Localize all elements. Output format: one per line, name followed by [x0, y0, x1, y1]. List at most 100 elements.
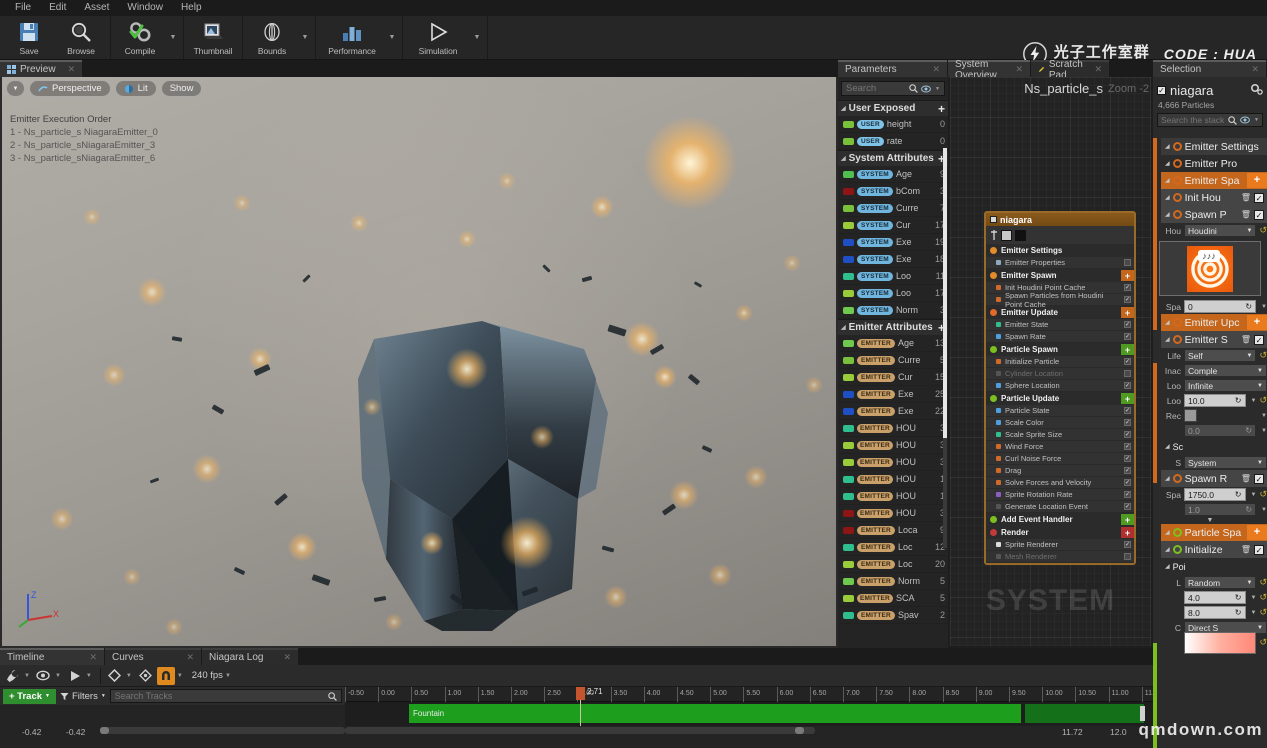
reset-to-default-icon[interactable]: ↺: [1259, 350, 1267, 361]
node-thumbnail-2[interactable]: [1015, 229, 1026, 241]
parameter-row[interactable]: EMITTER Age 13: [838, 335, 948, 352]
stack-search[interactable]: ▼: [1157, 113, 1263, 127]
reset-to-default-icon[interactable]: ↺: [1259, 395, 1267, 406]
params-eye-caret[interactable]: ▼: [935, 86, 940, 92]
node-module-row[interactable]: Drag ✓: [986, 465, 1134, 477]
timeline-ruler[interactable]: -0.50 0.00 0.50 1.00 1.50 2.00 2.50 3.00 3.50 4.0…: [345, 687, 1154, 702]
parameters-list[interactable]: ◢ User Exposed + USER height 0 USER rate 0 ◢ Syste…: [838, 100, 948, 624]
reset-to-default-icon[interactable]: ↺: [1259, 225, 1267, 236]
menu-asset[interactable]: Asset: [75, 0, 118, 16]
node-module-row[interactable]: Emitter State ✓: [986, 319, 1134, 331]
show-button[interactable]: Show: [160, 80, 203, 97]
timeline-range-slider[interactable]: [100, 725, 345, 736]
play-dropdown-caret[interactable]: ▼: [86, 673, 92, 679]
expander-icon[interactable]: ◢: [1165, 443, 1170, 450]
performance-dropdown-caret[interactable]: ▼: [385, 16, 399, 60]
node-group-add-button[interactable]: +: [1121, 307, 1134, 318]
parameters-scrollbar[interactable]: [943, 148, 947, 548]
parameter-row[interactable]: EMITTERHOU1: [838, 471, 948, 488]
delete-module-icon[interactable]: 🗑: [1241, 335, 1251, 344]
play-icon[interactable]: [66, 667, 84, 685]
track-clip-secondary[interactable]: [1025, 704, 1144, 723]
bounds-button[interactable]: Bounds: [246, 16, 298, 60]
stack-module-emitter-state[interactable]: ◢ Emitter S 🗑 ✓: [1161, 331, 1267, 348]
keyframe-dropdown-caret[interactable]: ▼: [126, 673, 132, 679]
property-row[interactable]: Life Self ▼ ↺: [1153, 348, 1267, 363]
menu-help[interactable]: Help: [172, 0, 211, 16]
expander-icon[interactable]: ◢: [1165, 211, 1170, 218]
node-group-header[interactable]: Emitter Settings: [986, 244, 1134, 257]
module-enable-checkbox[interactable]: ✓: [1124, 479, 1131, 486]
property-row[interactable]: Hou Houdini ▼ ↺: [1153, 223, 1267, 238]
menu-file[interactable]: File: [6, 0, 40, 16]
parameter-row[interactable]: EMITTER Norm 5: [838, 573, 948, 590]
property-caret[interactable]: ▼: [1261, 428, 1267, 434]
houdini-cache-thumbnail[interactable]: ♪♪♪: [1159, 241, 1261, 296]
parameter-row[interactable]: EMITTER Exe 22: [838, 403, 948, 420]
property-row[interactable]: 0.0 ↻ ▼: [1153, 423, 1267, 438]
module-enable-checkbox[interactable]: ✓: [1124, 321, 1131, 328]
reset-to-default-icon[interactable]: ↺: [1259, 637, 1267, 648]
parameter-row[interactable]: EMITTERHOU3: [838, 454, 948, 471]
expander-icon[interactable]: ◢: [1165, 143, 1170, 150]
node-group-header[interactable]: Particle Spawn +: [986, 343, 1134, 356]
stack-add-module-button[interactable]: +: [1247, 173, 1267, 188]
stack-subsection-point[interactable]: ◢ Poi: [1161, 558, 1267, 575]
stack-group-particle-spawn[interactable]: ◢ Particle Spa +: [1161, 524, 1267, 541]
property-field[interactable]: 1.0 ↻: [1184, 503, 1257, 516]
stack-add-module-button[interactable]: +: [1247, 315, 1267, 330]
node-module-row[interactable]: Mesh Renderer: [986, 551, 1134, 563]
expand-more-icon[interactable]: ▼: [1153, 517, 1267, 524]
parameter-row[interactable]: EMITTERLoca9: [838, 522, 948, 539]
expander-icon[interactable]: ◢: [1165, 177, 1170, 184]
menu-edit[interactable]: Edit: [40, 0, 75, 16]
color-gradient-preview[interactable]: [1184, 631, 1257, 654]
stack-module-init-houdini[interactable]: ◢ Init Hou 🗑 ✓: [1161, 189, 1267, 206]
menu-window[interactable]: Window: [118, 0, 172, 16]
magnet-icon[interactable]: [156, 666, 175, 685]
reset-to-default-icon[interactable]: ↺: [1259, 592, 1267, 603]
simulation-dropdown-caret[interactable]: ▼: [470, 16, 484, 60]
expander-icon[interactable]: ◢: [1165, 319, 1170, 326]
tab-parameters-close-icon[interactable]: ✕: [932, 64, 940, 75]
node-module-row[interactable]: Spawn Particles from Houdini Point Cache…: [986, 291, 1134, 309]
parameter-row[interactable]: EMITTER Exe 25: [838, 386, 948, 403]
parameters-search-input[interactable]: [846, 83, 907, 94]
node-module-row[interactable]: Spawn Rate ✓: [986, 331, 1134, 343]
property-field[interactable]: 0 ↻: [1184, 300, 1257, 313]
add-parameter-icon[interactable]: +: [938, 102, 945, 116]
module-enable-checkbox[interactable]: [1124, 259, 1131, 266]
node-group-add-button[interactable]: +: [1121, 344, 1134, 355]
property-row[interactable]: S System ▼: [1153, 455, 1267, 470]
tab-curves-close-icon[interactable]: ✕: [186, 652, 194, 663]
property-field[interactable]: 0.0 ↻: [1184, 424, 1257, 437]
tab-niagara-log-close-icon[interactable]: ✕: [283, 652, 291, 663]
node-module-row[interactable]: Sprite Rotation Rate ✓: [986, 489, 1134, 501]
viewport-canvas[interactable]: ▼ Perspective Lit Show Emitter Execution…: [2, 77, 836, 646]
stack-group-emitter-settings[interactable]: ◢ Emitter Settings: [1161, 138, 1267, 155]
parameter-row[interactable]: EMITTER Loc 20: [838, 556, 948, 573]
node-thumbnail-1[interactable]: [1001, 229, 1012, 241]
parameter-row[interactable]: SYSTEM Exe 18: [838, 251, 948, 268]
node-group-add-button[interactable]: +: [1121, 270, 1134, 281]
delete-module-icon[interactable]: 🗑: [1241, 545, 1251, 554]
save-button[interactable]: Save: [3, 16, 55, 60]
expander-icon[interactable]: ◢: [1165, 160, 1170, 167]
node-module-row[interactable]: Sprite Renderer ✓: [986, 539, 1134, 551]
node-module-row[interactable]: Emitter Properties: [986, 257, 1134, 269]
property-dropdown[interactable]: Infinite ▼: [1184, 379, 1267, 392]
module-enable-checkbox[interactable]: ✓: [1254, 473, 1264, 484]
expander-icon[interactable]: ◢: [1165, 475, 1170, 482]
node-module-row[interactable]: Curl Noise Force ✓: [986, 453, 1134, 465]
viewport-menu-button[interactable]: ▼: [6, 80, 25, 97]
property-row[interactable]: ↺: [1153, 631, 1267, 654]
property-row[interactable]: Loo 10.0 ↻ ▼ ↺: [1153, 393, 1267, 408]
node-module-row[interactable]: Solve Forces and Velocity ✓: [986, 477, 1134, 489]
node-group-header[interactable]: Render +: [986, 526, 1134, 539]
node-group-header[interactable]: Particle Update +: [986, 392, 1134, 405]
property-checkbox[interactable]: [1184, 409, 1197, 422]
property-field[interactable]: 10.0 ↻: [1184, 394, 1246, 407]
stack-module-spawn-rate[interactable]: ◢ Spawn R 🗑 ✓: [1161, 470, 1267, 487]
browse-button[interactable]: Browse: [55, 16, 107, 60]
parameter-row[interactable]: EMITTERHOU3: [838, 437, 948, 454]
